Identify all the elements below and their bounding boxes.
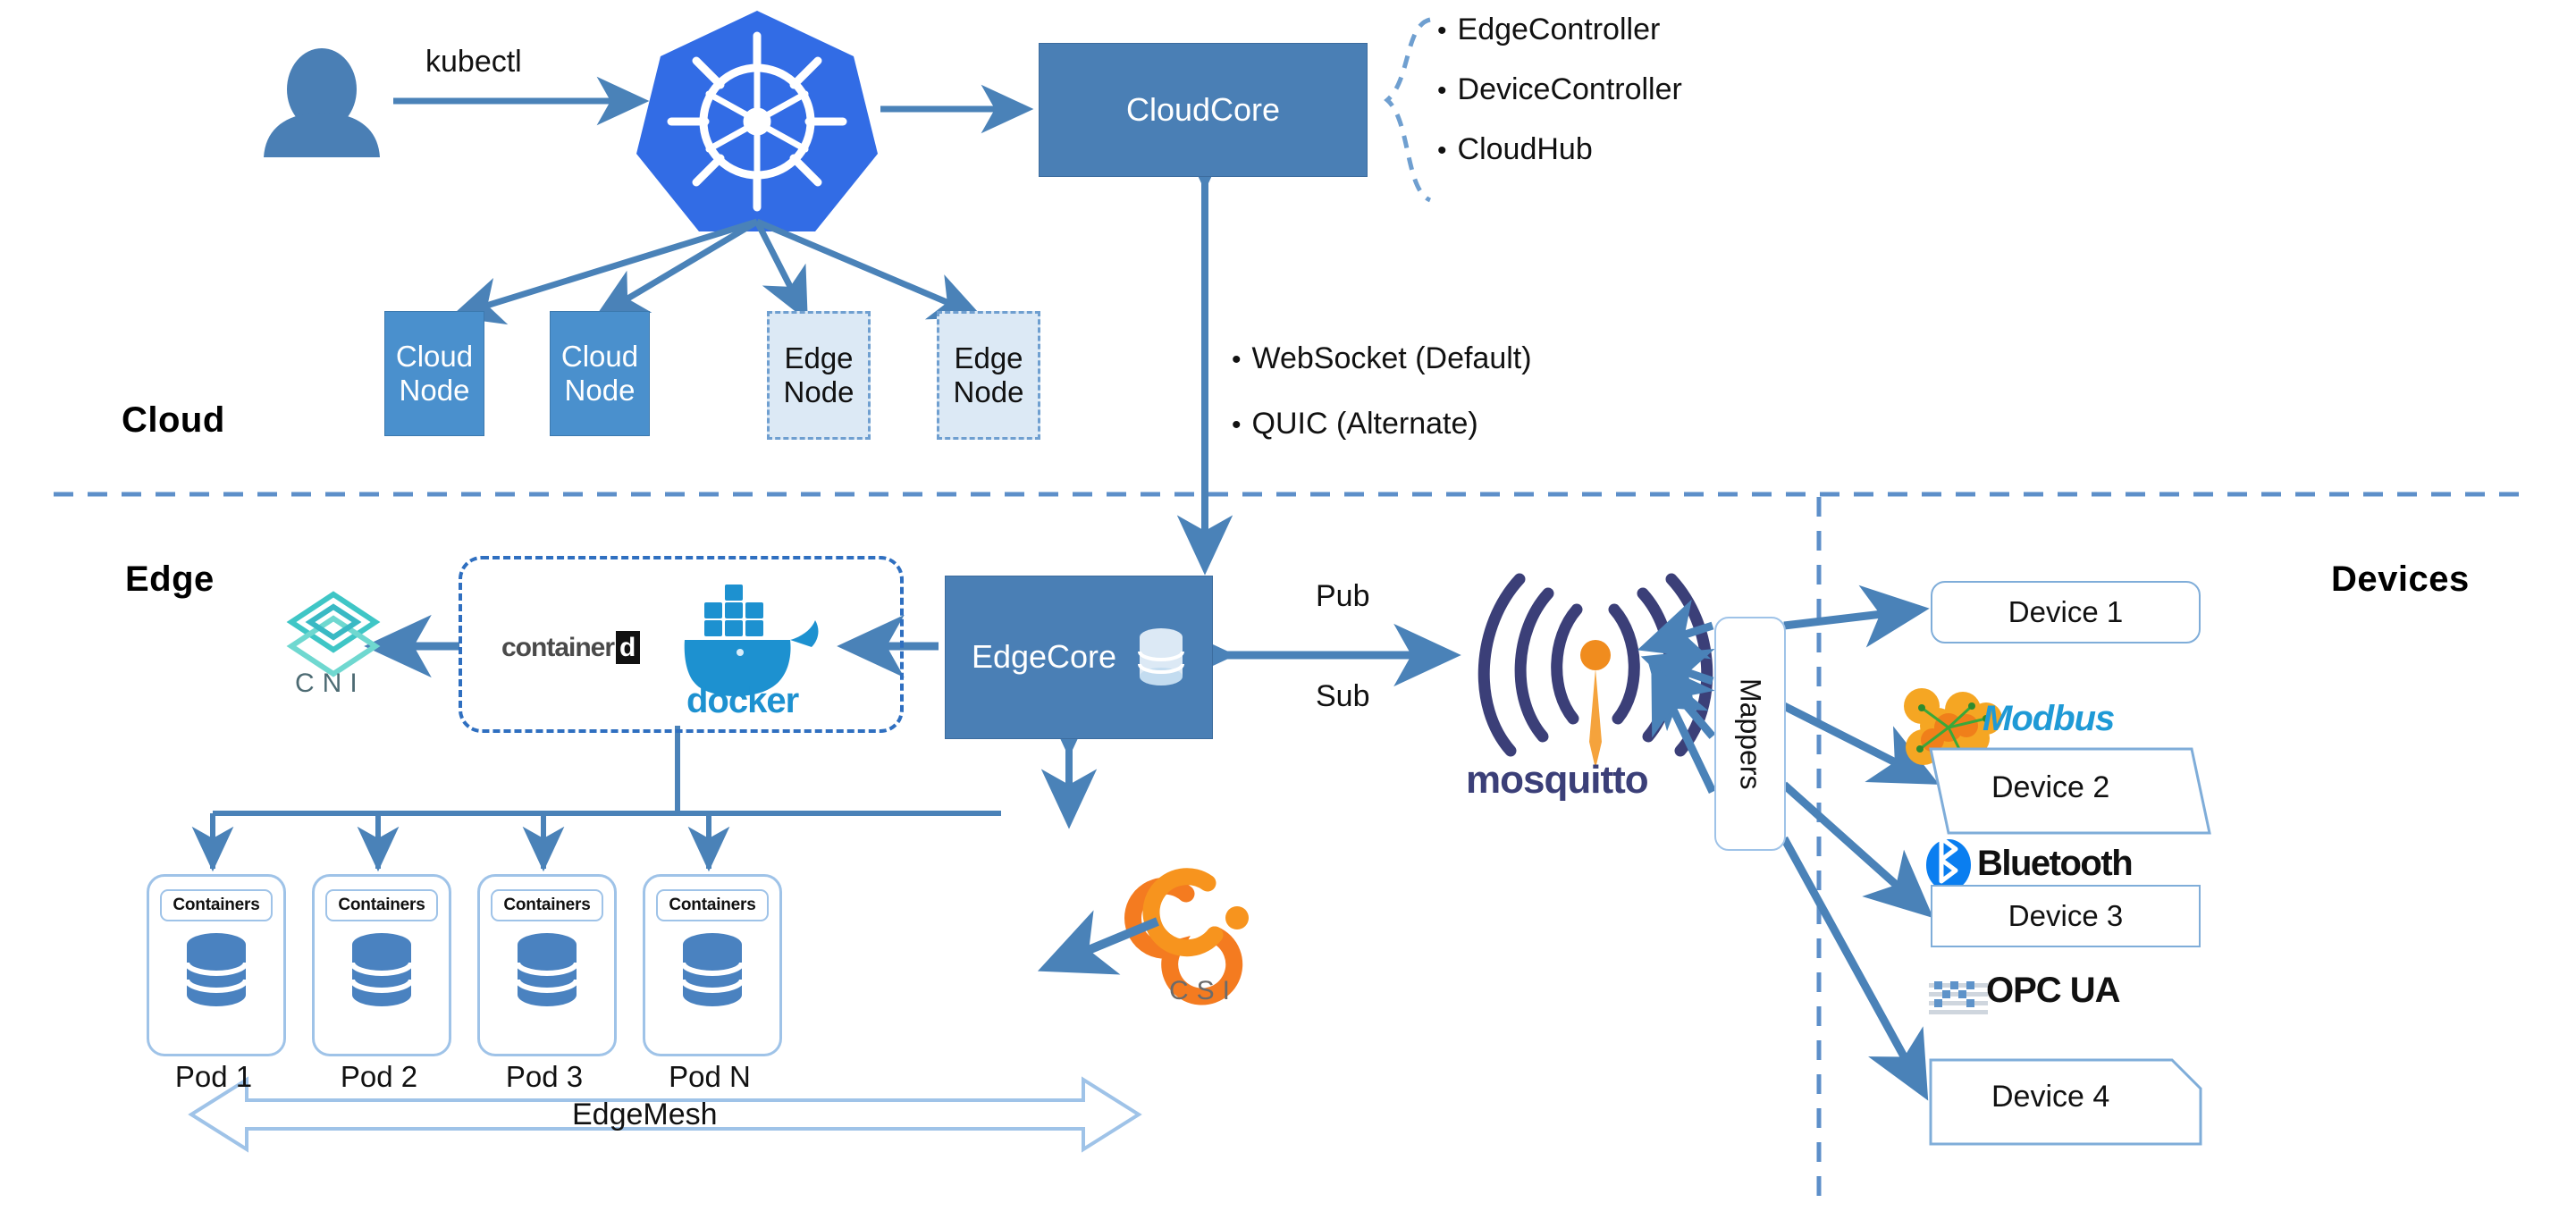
- sub-label: Sub: [1316, 679, 1370, 713]
- containerd-badge: d: [616, 631, 641, 664]
- pod-1[interactable]: Containers: [147, 874, 286, 1056]
- edge-node-1-line2: Node: [783, 375, 854, 408]
- cni-logo-icon: [286, 591, 381, 677]
- cloud-node-2[interactable]: Cloud Node: [550, 311, 650, 436]
- pod-2-containers: Containers: [325, 889, 438, 921]
- edge-node-2[interactable]: Edge Node: [937, 311, 1040, 440]
- zone-label-cloud: Cloud: [122, 400, 225, 440]
- arrow-mappers-device-3: [1781, 781, 1934, 919]
- cloud-node-1-line2: Node: [399, 374, 470, 407]
- cloud-node-1[interactable]: Cloud Node: [384, 311, 484, 436]
- zone-label-devices: Devices: [2331, 559, 2470, 599]
- pod-n-label: Pod N: [669, 1060, 751, 1093]
- containerd-logo: container d: [501, 631, 641, 664]
- cloudcore-component-cloudhub: CloudHub: [1437, 132, 1682, 167]
- mappers-box[interactable]: Mappers: [1714, 617, 1786, 851]
- cloudcore-label: CloudCore: [1125, 90, 1281, 128]
- pod-3-volume-icon: [515, 933, 579, 1006]
- pod-n-containers: Containers: [656, 889, 769, 921]
- cloudcore-box[interactable]: CloudCore: [1039, 43, 1368, 177]
- pod-2[interactable]: Containers: [312, 874, 451, 1056]
- edge-node-2-line2: Node: [953, 375, 1024, 408]
- pod-3-containers: Containers: [491, 889, 603, 921]
- mappers-label: Mappers: [1734, 677, 1767, 790]
- mosquitto-label: mosquitto: [1466, 758, 1649, 802]
- cloudcore-component-edgecontroller: EdgeController: [1437, 13, 1682, 47]
- pod-1-containers: Containers: [160, 889, 273, 921]
- pub-label: Pub: [1316, 579, 1370, 613]
- arrow-mappers-device-1: [1783, 585, 1930, 648]
- device-2-label: Device 2: [1991, 770, 2110, 804]
- opcua-wordmark: OPC UA: [1986, 971, 2121, 1010]
- edge-node-1[interactable]: Edge Node: [767, 311, 871, 440]
- mosquitto-needle-icon: [1580, 640, 1611, 769]
- cloudcore-component-list: EdgeController DeviceController CloudHub: [1437, 13, 1682, 167]
- device-1-box[interactable]: Device 1: [1931, 581, 2201, 643]
- zone-label-edge: Edge: [125, 559, 215, 599]
- pod-distribution-trunk: [210, 726, 1001, 869]
- bluetooth-wordmark: Bluetooth: [1977, 844, 2134, 883]
- cni-label: CNI: [295, 669, 366, 698]
- pod-1-label: Pod 1: [174, 1060, 253, 1093]
- edgecore-label: EdgeCore: [971, 638, 1117, 676]
- arrow-k8s-to-cloud-node-1: [450, 218, 759, 325]
- arrow-k8s-to-edge-node-2: [755, 218, 983, 320]
- person-icon: [264, 48, 380, 157]
- transport-websocket: WebSocket (Default): [1232, 341, 1532, 376]
- modbus-wordmark: Modbus: [1983, 699, 2115, 738]
- cloud-node-1-line1: Cloud: [395, 340, 474, 374]
- containerd-wordmark: container: [501, 633, 615, 662]
- kubernetes-helm-icon: [636, 11, 878, 231]
- arrow-k8s-to-cloud-node-2: [593, 218, 759, 319]
- kubectl-label: kubectl: [425, 45, 522, 79]
- transport-quic: QUIC (Alternate): [1232, 407, 1532, 442]
- cloudcore-component-devicecontroller: DeviceController: [1437, 72, 1682, 107]
- kubeedge-architecture-diagram: Cloud Edge Devices kubectl CloudCore Edg…: [0, 0, 2576, 1228]
- csi-label: CSI: [1169, 976, 1239, 1005]
- edge-node-2-line1: Edge: [954, 341, 1023, 375]
- arrow-mappers-device-4: [1780, 836, 1929, 1101]
- pod-3-label: Pod 3: [505, 1060, 584, 1093]
- database-icon: [1138, 627, 1185, 685]
- cloud-node-2-line2: Node: [564, 374, 636, 407]
- opcua-logo-icon: [1929, 981, 1988, 1014]
- bluetooth-logo-icon: [1926, 836, 1971, 891]
- pod-2-volume-icon: [349, 933, 414, 1006]
- device-4-label: Device 4: [1991, 1080, 2110, 1114]
- transport-list: WebSocket (Default) QUIC (Alternate): [1232, 341, 1532, 442]
- pod-1-volume-icon: [184, 933, 248, 1006]
- pod-2-label: Pod 2: [340, 1060, 418, 1093]
- device-3-box[interactable]: Device 3: [1931, 885, 2201, 947]
- device-1-label: Device 1: [2008, 595, 2124, 628]
- pod-3[interactable]: Containers: [477, 874, 617, 1056]
- edgecore-box[interactable]: EdgeCore: [945, 576, 1213, 739]
- edge-node-1-line1: Edge: [784, 341, 854, 375]
- pod-n[interactable]: Containers: [643, 874, 782, 1056]
- pod-n-volume-icon: [680, 933, 745, 1006]
- cloud-node-2-line1: Cloud: [560, 340, 639, 374]
- docker-label: docker: [686, 681, 799, 720]
- cloudcore-brace: [1384, 17, 1432, 203]
- edgemesh-label: EdgeMesh: [572, 1098, 718, 1131]
- device-3-label: Device 3: [2008, 899, 2124, 932]
